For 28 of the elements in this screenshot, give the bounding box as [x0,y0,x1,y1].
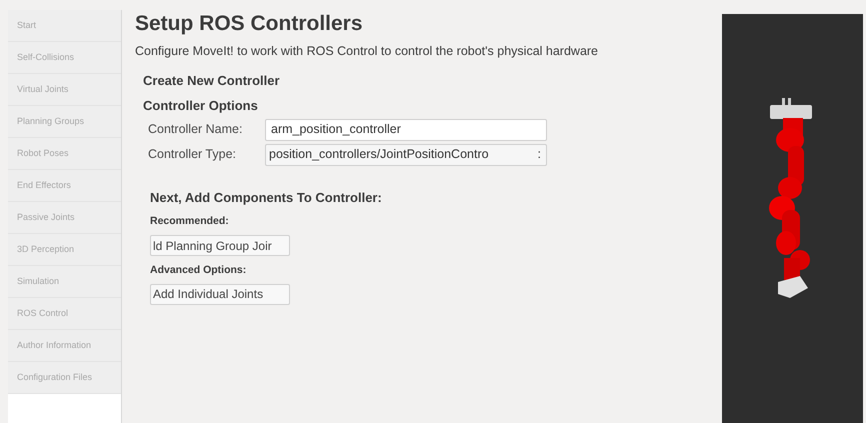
sidebar-item[interactable]: 3D Perception [8,234,121,266]
input-field[interactable]: arm_position_controller [265,118,547,141]
section-heading: Controller Options [143,97,259,116]
add-button[interactable]: Add Individual Joints [150,284,290,305]
sidebar-item[interactable]: End Effectors [8,170,121,202]
sidebar-item[interactable]: Start [8,10,121,42]
sidebar-item[interactable]: Configuration Files [8,362,121,394]
page-title: Setup ROS Controllers [135,11,364,37]
section-heading: Create New Controller [143,72,281,90]
section-heading: Next, Add Components To Controller: [150,188,383,207]
sidebar-item[interactable]: Self-Collisions [8,42,121,74]
dropdown[interactable]: position_controllers/JointPositionContro : [265,144,547,166]
sidebar-item[interactable]: ROS Control [8,298,121,330]
field-label: Controller Name: [148,121,244,138]
sidebar-item[interactable]: Simulation [8,266,121,298]
dropdown-value: position_controllers/JointPositionContro [269,146,489,164]
group-label: Advanced Options: [150,263,248,278]
group-label: Recommended: [150,214,230,230]
sidebar-item[interactable]: Author Information [8,330,121,362]
sidebar-item[interactable]: Virtual Joints [8,74,121,106]
sidebar-item[interactable]: Passive Joints [8,202,121,234]
robot-viewport[interactable] [722,14,863,423]
sidebar-item[interactable]: Robot Poses [8,138,121,170]
sidebar-item[interactable]: Planning Groups [8,106,121,138]
add-button[interactable]: ld Planning Group Joir [150,235,290,256]
page-description: Configure MoveIt! to work with ROS Control to control the robot's physical hardware [135,43,600,60]
field-label: Controller Type: [148,146,238,164]
dropdown-indicator: : [538,146,542,164]
